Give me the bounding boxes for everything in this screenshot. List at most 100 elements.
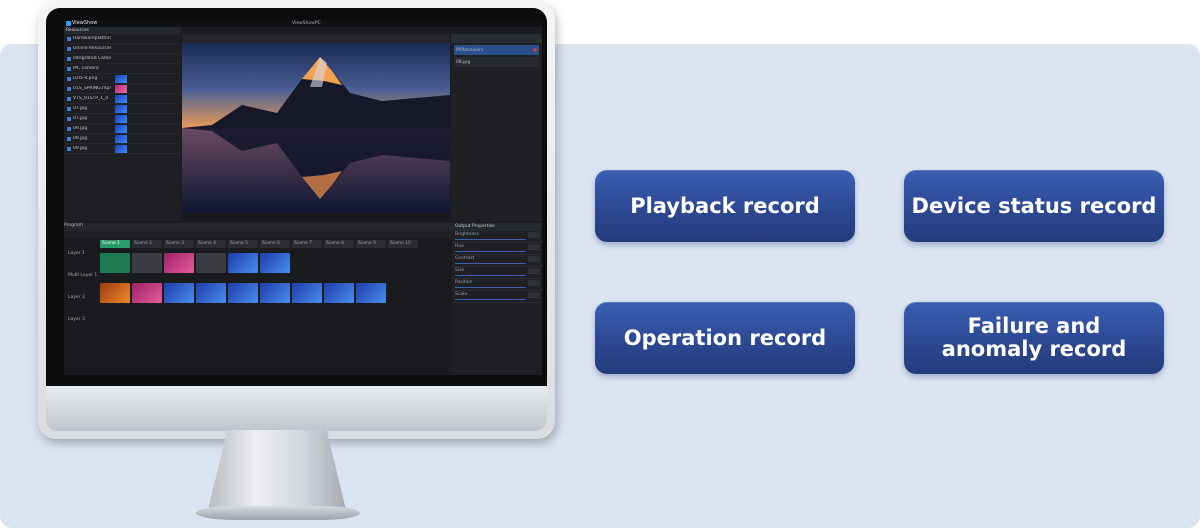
layer-label[interactable]: Multi Layer 1	[66, 273, 98, 295]
property-row[interactable]: Position	[452, 279, 542, 291]
scene-tab[interactable]: Scene 2	[132, 240, 162, 248]
property-value-field[interactable]	[528, 268, 540, 274]
property-slider[interactable]	[455, 287, 526, 288]
resource-thumbnail	[115, 94, 127, 103]
media-clip[interactable]	[100, 283, 130, 303]
media-clip[interactable]	[164, 283, 194, 303]
property-value-field[interactable]	[528, 280, 540, 286]
file-icon	[67, 136, 71, 141]
scene-tab[interactable]: Scene 1	[100, 240, 130, 248]
resource-row[interactable]: Hardwareplatform	[64, 34, 181, 44]
resources-panel: Resources Hardwareplatform Online Resourc…	[64, 27, 181, 221]
app-screen: ViewShow ViewShowPC Resources Hardwarepl…	[64, 20, 542, 375]
layer-track-2	[100, 283, 386, 327]
file-icon	[67, 56, 71, 61]
app-logo-icon	[66, 21, 71, 26]
window-title: ViewShowPC	[292, 21, 321, 26]
resource-row[interactable]: Online Resources	[64, 44, 181, 54]
media-clip[interactable]	[356, 283, 386, 303]
resource-row[interactable]: 01S_SPRING.mp4	[64, 84, 181, 94]
property-slider[interactable]	[455, 275, 526, 276]
media-clip[interactable]	[196, 283, 226, 303]
file-icon	[67, 36, 71, 41]
media-clip[interactable]	[260, 283, 290, 303]
property-row[interactable]: Scale	[452, 291, 542, 303]
resource-row[interactable]: LUI5-9.png	[64, 74, 181, 84]
scene-tab[interactable]: Scene 8	[324, 240, 354, 248]
properties-header: Output Properties	[452, 223, 542, 231]
resource-row[interactable]: Integrated Camera	[64, 54, 181, 64]
resource-row[interactable]: IPC camera	[64, 64, 181, 74]
device-status-record-button[interactable]: Device status record	[904, 170, 1164, 242]
output-row[interactable]: IP/Receivers ●	[454, 45, 539, 55]
property-row[interactable]: Brightness	[452, 231, 542, 243]
layer-label[interactable]: Layer 1	[66, 251, 98, 273]
layer-label[interactable]: Layer 2	[66, 295, 98, 317]
preview-image	[182, 43, 450, 213]
file-icon	[67, 46, 71, 51]
resource-row[interactable]: 09.jpg	[64, 124, 181, 134]
preview-controls[interactable]	[182, 213, 450, 221]
media-clip[interactable]	[132, 283, 162, 303]
media-clip[interactable]	[228, 283, 258, 303]
program-toolbar[interactable]	[64, 231, 452, 239]
resource-name: 09.jpg	[73, 136, 88, 141]
scene-tab[interactable]: Scene 5	[228, 240, 258, 248]
scene-tab[interactable]: Scene 4	[196, 240, 226, 248]
scene-tab[interactable]: Scene 3	[164, 240, 194, 248]
scene-tab[interactable]: Scene 7	[292, 240, 322, 248]
program-header: Program	[64, 223, 452, 231]
media-clip[interactable]	[196, 253, 226, 273]
failure-anomaly-record-button[interactable]: Failure and anomaly record	[904, 302, 1164, 374]
property-slider[interactable]	[455, 251, 526, 252]
file-icon	[67, 76, 71, 81]
output-tabs[interactable]	[451, 34, 542, 43]
property-row[interactable]: Size	[452, 267, 542, 279]
resource-row[interactable]: 09.jpg	[64, 144, 181, 154]
layer-label[interactable]: Layer 3	[66, 317, 98, 339]
output-row[interactable]: 08.jpg	[454, 57, 539, 67]
media-clip[interactable]	[228, 253, 258, 273]
media-clip[interactable]	[324, 283, 354, 303]
status-dot-icon: ●	[533, 47, 537, 53]
output-panel: IP/Receivers ● 08.jpg	[451, 34, 542, 221]
resource-name: Hardwareplatform	[73, 36, 111, 41]
playback-record-button[interactable]: Playback record	[595, 170, 855, 242]
file-icon	[67, 116, 71, 121]
resource-name: IPC camera	[73, 66, 99, 71]
scene-tab[interactable]: Scene 9	[356, 240, 386, 248]
media-clip[interactable]	[100, 253, 130, 273]
property-value-field[interactable]	[528, 244, 540, 250]
property-value-field[interactable]	[528, 292, 540, 298]
resource-thumbnail	[115, 74, 127, 83]
resource-row[interactable]: 09.jpg	[64, 134, 181, 144]
property-label: Position	[455, 280, 473, 285]
resource-row[interactable]: VTS_01STP_1_0	[64, 94, 181, 104]
resource-row[interactable]: 07.jpg	[64, 114, 181, 124]
file-icon	[67, 86, 71, 91]
media-clip[interactable]	[292, 283, 322, 303]
property-value-field[interactable]	[528, 256, 540, 262]
property-value-field[interactable]	[528, 232, 540, 238]
operation-record-button[interactable]: Operation record	[595, 302, 855, 374]
property-slider[interactable]	[455, 239, 526, 240]
monitor-foot	[196, 506, 360, 520]
resource-thumbnail	[115, 84, 127, 93]
media-clip[interactable]	[260, 253, 290, 273]
resource-name: Online Resources	[73, 46, 111, 51]
resource-name: 09.jpg	[73, 146, 88, 151]
property-slider[interactable]	[455, 263, 526, 264]
scene-tab[interactable]: Scene 6	[260, 240, 290, 248]
resource-name: 09.jpg	[73, 126, 88, 131]
scene-tab[interactable]: Scene 10	[388, 240, 418, 248]
output-row-label: IP/Receivers	[456, 47, 484, 53]
property-row[interactable]: Contrast	[452, 255, 542, 267]
media-clip[interactable]	[132, 253, 162, 273]
resource-row[interactable]: 07.jpg	[64, 104, 181, 114]
property-slider[interactable]	[455, 299, 526, 300]
property-label: Contrast	[455, 256, 475, 261]
media-clip[interactable]	[164, 253, 194, 273]
property-row[interactable]: Hue	[452, 243, 542, 255]
program-timeline: Program Scene 1 Scene 2 Scene 3 Scene 4 Scen…	[64, 223, 452, 375]
preview-tabs[interactable]	[182, 34, 450, 43]
